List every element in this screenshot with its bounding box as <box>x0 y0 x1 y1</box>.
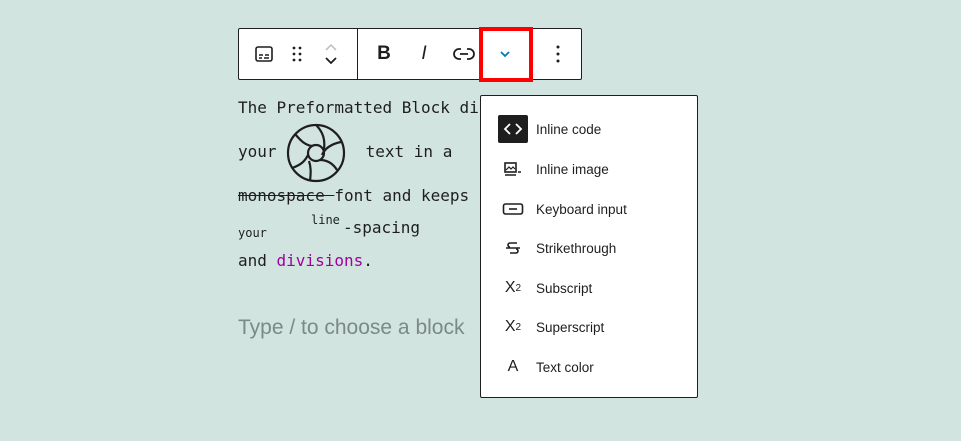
menu-item-subscript[interactable]: X 2 Subscript <box>498 273 688 303</box>
text-line-4: -spacing <box>343 218 421 237</box>
text: font and keeps <box>334 186 470 205</box>
menu-item-label: Keyboard input <box>536 201 627 217</box>
code-icon <box>498 115 528 143</box>
subscript-icon: X2 <box>504 279 522 296</box>
link-button[interactable] <box>449 29 479 79</box>
strikethrough-icon <box>498 234 528 262</box>
colored-text: divisions <box>276 251 364 270</box>
aperture-inline-image[interactable] <box>285 122 347 184</box>
menu-item-label: Inline image <box>536 161 609 177</box>
move-up-icon[interactable] <box>323 40 339 54</box>
text-line-1: The Preformatted Block di <box>238 98 479 117</box>
menu-item-text-color[interactable]: A Text color <box>498 352 688 382</box>
toolbar-divider <box>357 29 358 79</box>
preformatted-icon <box>255 46 273 62</box>
bold-button[interactable]: B <box>369 29 399 79</box>
italic-button[interactable]: I <box>409 29 439 79</box>
image-icon <box>498 155 528 183</box>
menu-item-inline-image[interactable]: Inline image <box>498 154 688 184</box>
block-placeholder[interactable]: Type / to choose a block <box>238 316 464 340</box>
move-buttons[interactable] <box>317 29 345 79</box>
superscript-text: line <box>311 213 340 227</box>
highlight-box <box>479 27 533 82</box>
text-line-5: and divisions. <box>238 251 373 270</box>
text: . <box>363 251 373 270</box>
menu-item-superscript[interactable]: X 2 Superscript <box>498 312 688 342</box>
subscript-text: your <box>238 226 267 240</box>
menu-item-keyboard-input[interactable]: Keyboard input <box>498 194 688 224</box>
text-line-2b: text in a <box>356 142 453 161</box>
block-type-button[interactable] <box>249 29 279 79</box>
menu-item-label: Subscript <box>536 280 593 296</box>
superscript-icon: X2 <box>504 318 522 335</box>
more-vertical-icon <box>556 45 560 63</box>
text: your <box>238 142 287 161</box>
text-color-icon: A <box>507 358 519 375</box>
keyboard-icon <box>498 195 528 223</box>
text-line-3: monospace font and keeps <box>238 186 469 205</box>
drag-handle[interactable] <box>283 29 311 79</box>
menu-item-inline-code[interactable]: Inline code <box>498 114 688 144</box>
rich-text-dropdown-menu: Inline code Inline image Keyboard input … <box>480 95 698 398</box>
text: and <box>238 251 277 270</box>
menu-item-label: Superscript <box>536 319 605 335</box>
strikethrough-text: monospace <box>238 186 335 205</box>
drag-handle-icon <box>292 46 302 62</box>
menu-item-label: Text color <box>536 359 594 375</box>
menu-item-label: Strikethrough <box>536 240 617 256</box>
menu-item-label: Inline code <box>536 121 602 137</box>
menu-item-strikethrough[interactable]: Strikethrough <box>498 233 688 263</box>
link-icon <box>453 48 475 60</box>
move-down-icon[interactable] <box>323 54 339 68</box>
options-button[interactable] <box>543 29 573 79</box>
text-line-2: your <box>238 142 286 161</box>
